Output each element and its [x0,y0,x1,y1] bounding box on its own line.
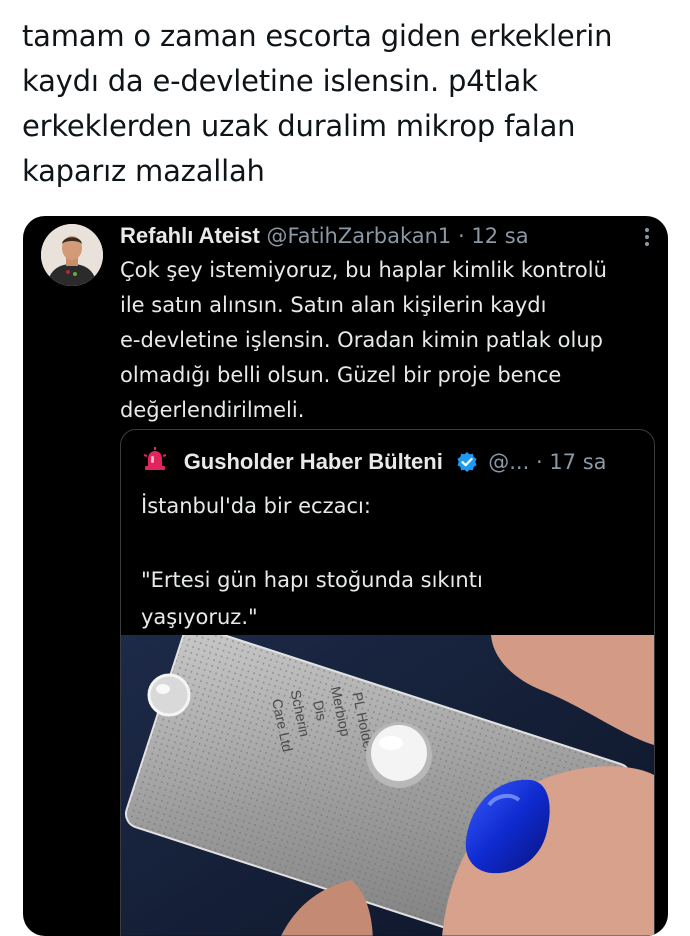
quoted-text-line: İstanbul'da bir eczacı: [141,494,371,518]
tweet-text-line: Çok şey istemiyoruz, bu haplar kimlik ko… [120,258,607,282]
quoted-tweet-text: İstanbul'da bir eczacı: "Ertesi gün hapı… [141,488,641,636]
quoted-author-name[interactable]: Gusholder Haber Bülteni [184,449,443,474]
tweet-text-line: ile satın alınsın. Satın alan kişilerin … [120,293,547,317]
more-vertical-icon[interactable] [640,226,654,252]
post-text: tamam o zaman escorta giden erkeklerin k… [22,14,662,194]
post-text-line: kaydı da e-devletine islensin. p4tlak [22,64,538,98]
post-text-line: kaparız mazallah [22,154,265,188]
author-name[interactable]: Refahlı Ateist [120,223,260,248]
quoted-author-handle[interactable]: @... [488,450,529,474]
tweet-text-line: değerlendirilmeli. [120,398,305,422]
post-text-line: erkeklerden uzak duralim mikrop falan [22,109,576,143]
post-text-line: tamam o zaman escorta giden erkeklerin [22,19,613,53]
quoted-timestamp[interactable]: 17 sa [549,450,606,474]
bell-siren-icon[interactable] [141,446,169,474]
quoted-tweet-header: Gusholder Haber Bülteni @... · 17 sa [141,446,607,477]
embedded-tweet-card[interactable]: Refahlı Ateist @FatihZarbakan1 · 12 sa Ç… [23,216,668,936]
pill-blister-photo[interactable]: PL Holder Merbiop Dis Scherin Care Ltd [121,635,654,936]
quoted-text-line: yaşıyoruz." [141,605,258,629]
quoted-text-line: "Ertesi gün hapı stoğunda sıkıntı [141,568,483,592]
author-handle[interactable]: @FatihZarbakan1 [266,224,451,248]
quoted-tweet[interactable]: Gusholder Haber Bülteni @... · 17 sa İst… [120,429,655,936]
timestamp[interactable]: 12 sa [471,224,528,248]
tweet-header: Refahlı Ateist @FatihZarbakan1 · 12 sa [120,222,529,250]
separator-dot: · [535,450,543,474]
tweet-text-line: olmadığı belli olsun. Güzel bir proje be… [120,363,562,387]
tweet-text: Çok şey istemiyoruz, bu haplar kimlik ko… [120,253,660,428]
separator-dot: · [457,224,465,248]
verified-badge-icon [456,451,478,473]
avatar[interactable] [41,224,103,286]
tweet-text-line: e-devletine işlensin. Oradan kimin patla… [120,328,603,352]
quoted-text-line [141,525,641,562]
